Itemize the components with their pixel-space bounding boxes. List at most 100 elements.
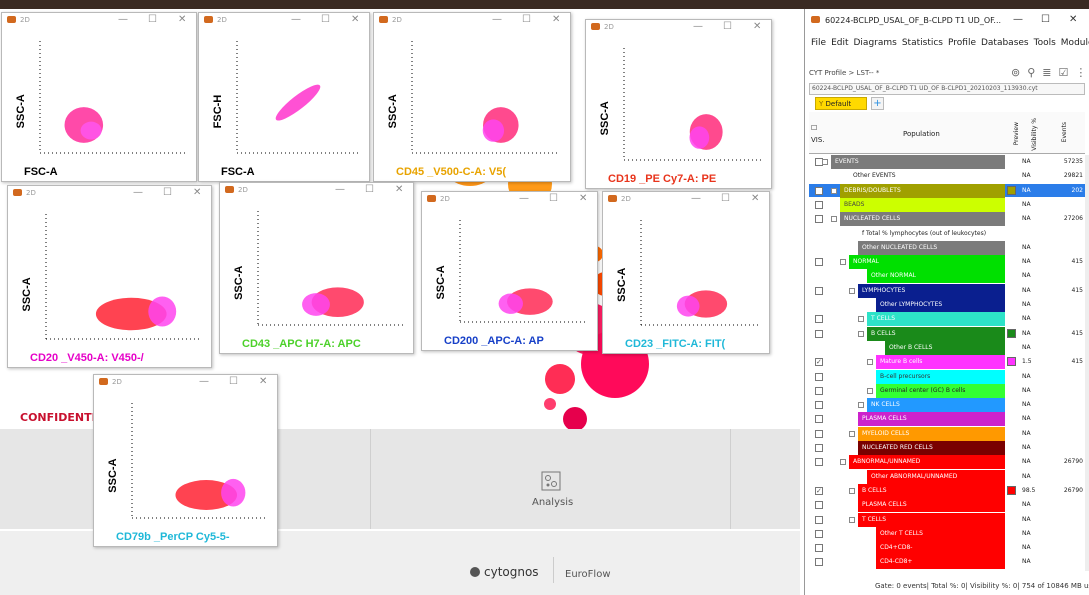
population-label[interactable]: CD4-CD8+ xyxy=(876,555,1005,570)
scatter-plot[interactable]: SSC-A CD200 _APC-A: AP xyxy=(422,208,598,351)
preview-icon[interactable] xyxy=(1007,328,1016,338)
population-row[interactable]: T CELLS NA xyxy=(809,512,1085,527)
population-row[interactable]: Other EVENTS NA 29821 xyxy=(809,169,1085,184)
menu-item[interactable]: Statistics xyxy=(902,38,943,48)
close-icon[interactable]: ✕ xyxy=(753,21,761,32)
analysis-icon[interactable] xyxy=(541,471,561,491)
filter-icon[interactable]: ⚲ xyxy=(1027,66,1042,79)
scatter-plot[interactable]: SSC-A CD79b _PerCP Cy5-5- xyxy=(94,391,278,547)
column-visibility[interactable]: Visibility % xyxy=(1031,118,1038,151)
plot-title-bar[interactable]: 2D — ☐ ✕ xyxy=(2,13,196,29)
plot-window[interactable]: 2D — ☐ ✕ SSC-A CD43 _APC H7-A: APC xyxy=(219,182,414,354)
population-label[interactable]: T CELLS xyxy=(858,512,1005,527)
population-label[interactable]: DEBRIS/DOUBLETS xyxy=(840,183,1005,198)
visibility-checkbox[interactable] xyxy=(815,286,823,295)
maximize-icon[interactable]: ☐ xyxy=(549,193,558,204)
population-row[interactable]: B-cell precursors NA xyxy=(809,369,1085,384)
maximize-icon[interactable]: ☐ xyxy=(163,187,172,198)
visibility-checkbox[interactable] xyxy=(815,258,823,267)
maximize-icon[interactable]: ☐ xyxy=(721,193,730,204)
population-label[interactable]: Other ABNORMAL/UNNAMED xyxy=(867,469,1005,484)
population-label[interactable]: Other NUCLEATED CELLS xyxy=(858,240,1005,255)
expand-toggle-icon[interactable] xyxy=(849,430,855,437)
population-row[interactable]: DEBRIS/DOUBLETS NA 202 xyxy=(809,183,1085,198)
minimize-icon[interactable]: — xyxy=(693,21,703,32)
population-label[interactable]: NUCLEATED CELLS xyxy=(840,212,1005,227)
plot-title-bar[interactable]: 2D — ☐ ✕ xyxy=(220,183,413,199)
population-row[interactable]: LYMPHOCYTES NA 415 xyxy=(809,283,1085,298)
menu-item[interactable]: Diagrams xyxy=(854,38,897,48)
menu-item[interactable]: Tools xyxy=(1034,38,1056,48)
population-row[interactable]: T CELLS NA xyxy=(809,312,1085,327)
visibility-checkbox[interactable]: ✓ xyxy=(815,486,823,495)
expand-toggle-icon[interactable] xyxy=(840,459,846,466)
visibility-checkbox[interactable] xyxy=(815,415,823,424)
plot-window[interactable]: 2D — ☐ ✕ SSC-A CD20 _V450-A: V450-/ xyxy=(7,185,212,368)
population-label[interactable]: NUCLEATED RED CELLS xyxy=(858,441,1005,455)
population-label[interactable]: B CELLS xyxy=(858,483,1005,498)
column-population[interactable]: Population xyxy=(903,130,940,138)
column-events[interactable]: Events xyxy=(1061,122,1068,142)
search-icon[interactable]: ⊚ xyxy=(1011,66,1027,79)
plot-window[interactable]: 2D — ☐ ✕ SSC-A CD45 _V500-C-A: V5( xyxy=(373,12,571,182)
population-row[interactable]: CD4-CD8+ NA xyxy=(809,555,1085,570)
visibility-checkbox[interactable] xyxy=(815,329,823,338)
plot-title-bar[interactable]: 2D — ☐ ✕ xyxy=(586,20,771,36)
minimize-icon[interactable]: — xyxy=(199,376,209,387)
preview-icon[interactable] xyxy=(1007,185,1016,195)
plot-window[interactable]: 2D — ☐ ✕ FSC-H FSC-A xyxy=(198,12,370,182)
population-row[interactable]: Germinal center (GC) B cells NA xyxy=(809,383,1085,398)
plot-window[interactable]: 2D — ☐ ✕ SSC-A FSC-A xyxy=(1,12,197,182)
minimize-icon[interactable]: — xyxy=(133,187,143,198)
population-row[interactable]: ABNORMAL/UNNAMED NA 26790 xyxy=(809,455,1085,470)
visibility-checkbox[interactable] xyxy=(815,444,823,452)
visibility-checkbox[interactable]: ✓ xyxy=(815,358,823,367)
population-row[interactable]: ✓ B CELLS 98.5 26790 xyxy=(809,483,1085,498)
visibility-checkbox[interactable] xyxy=(815,529,823,538)
population-row[interactable]: Other NORMAL NA xyxy=(809,269,1085,284)
visibility-checkbox[interactable] xyxy=(815,186,823,195)
file-path-field[interactable]: 60224-BCLPD_USAL_OF_B-CLPD T1 UD_OF B-CL… xyxy=(809,83,1085,95)
expand-toggle-icon[interactable] xyxy=(849,287,855,294)
scatter-plot[interactable]: SSC-A CD20 _V450-A: V450-/ xyxy=(8,202,212,368)
visibility-checkbox[interactable] xyxy=(815,372,823,381)
population-label[interactable]: MYELOID CELLS xyxy=(858,426,1005,441)
visibility-checkbox[interactable] xyxy=(815,429,823,438)
plot-window[interactable]: 2D — ☐ ✕ SSC-A CD19 _PE Cy7-A: PE xyxy=(585,19,772,189)
plot-title-bar[interactable]: 2D — ☐ ✕ xyxy=(603,192,769,208)
population-label[interactable]: Germinal center (GC) B cells xyxy=(876,383,1005,398)
population-label[interactable]: PLASMA CELLS xyxy=(858,498,1005,513)
maximize-icon[interactable]: ☐ xyxy=(723,21,732,32)
plot-title-bar[interactable]: 2D — ☐ ✕ xyxy=(94,375,277,391)
close-icon[interactable]: ✕ xyxy=(351,14,359,25)
population-row[interactable]: CD4+CD8- NA xyxy=(809,541,1085,556)
population-label[interactable]: PLASMA CELLS xyxy=(858,412,1005,427)
population-label[interactable]: Other B CELLS xyxy=(885,340,1005,355)
vertical-scrollbar[interactable] xyxy=(1085,155,1089,571)
population-row[interactable]: NORMAL NA 415 xyxy=(809,255,1085,270)
population-row[interactable]: NUCLEATED RED CELLS NA xyxy=(809,441,1085,455)
close-icon[interactable]: ✕ xyxy=(178,14,186,25)
population-row[interactable]: Other NUCLEATED CELLS NA xyxy=(809,240,1085,255)
maximize-icon[interactable]: ☐ xyxy=(1041,14,1050,25)
close-icon[interactable]: ✕ xyxy=(1069,14,1077,25)
plot-window[interactable]: 2D — ☐ ✕ SSC-A CD23 _FITC-A: FIT( xyxy=(602,191,770,354)
population-label[interactable]: B CELLS xyxy=(867,326,1005,341)
expand-toggle-icon[interactable] xyxy=(822,159,828,165)
visibility-checkbox[interactable] xyxy=(815,215,823,224)
settings-icon[interactable]: ⋮ xyxy=(1075,66,1089,79)
close-icon[interactable]: ✕ xyxy=(552,14,560,25)
population-row[interactable]: B CELLS NA 415 xyxy=(809,326,1085,341)
visibility-checkbox[interactable] xyxy=(815,458,823,467)
population-row[interactable]: ✓ Mature B cells 1.5 415 xyxy=(809,355,1085,370)
close-icon[interactable]: ✕ xyxy=(751,193,759,204)
population-row[interactable]: NK CELLS NA xyxy=(809,398,1085,413)
minimize-icon[interactable]: — xyxy=(118,14,128,25)
plot-title-bar[interactable]: 2D — ☐ ✕ xyxy=(199,13,369,29)
menu-item[interactable]: Modules xyxy=(1061,38,1089,48)
population-row[interactable]: BEADS NA xyxy=(809,197,1085,212)
close-icon[interactable]: ✕ xyxy=(395,184,403,195)
population-row[interactable]: MYELOID CELLS NA xyxy=(809,426,1085,441)
close-icon[interactable]: ✕ xyxy=(193,187,201,198)
visibility-checkbox[interactable] xyxy=(815,544,823,553)
